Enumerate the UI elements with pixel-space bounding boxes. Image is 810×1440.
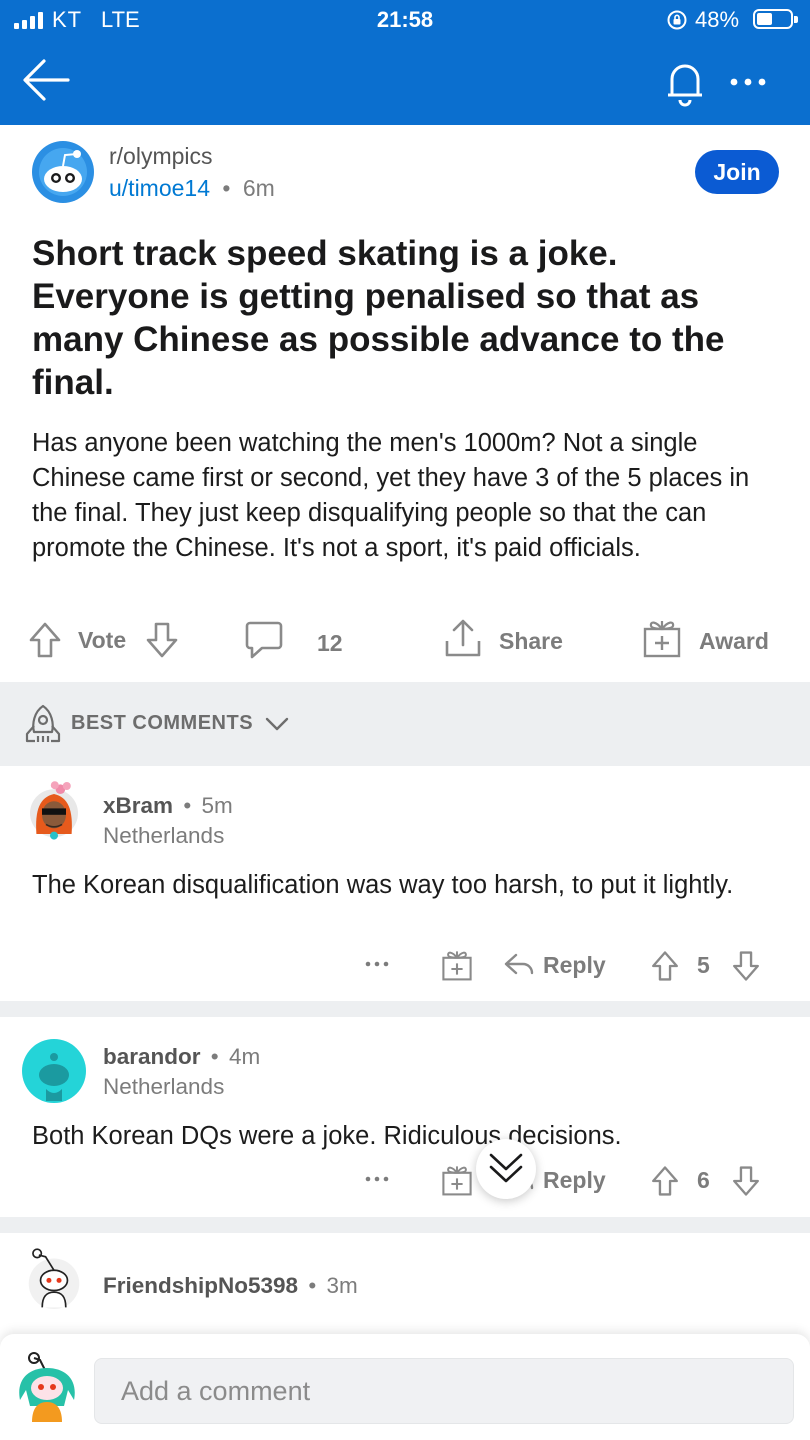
downvote-arrow-icon <box>733 1166 759 1196</box>
post-age: 6m <box>242 175 275 201</box>
bell-icon <box>668 64 702 107</box>
arrow-left-icon <box>23 59 70 101</box>
status-bar: KT LTE 21:58 48% <box>0 0 810 44</box>
status-time: 21:58 <box>376 7 434 32</box>
current-user-avatar-icon[interactable] <box>14 1350 80 1422</box>
reply-arrow-icon <box>504 953 534 975</box>
comment: xBram • 5m Netherlands The Korean disqua… <box>0 766 810 1001</box>
comment-meta: xBram • 5m <box>103 793 233 819</box>
battery-icon <box>753 9 798 29</box>
comment-actions-bar: Reply 6 <box>0 1161 810 1205</box>
meta-separator: • <box>183 793 192 818</box>
comment-body: The Korean disqualification was way too … <box>32 871 734 899</box>
gift-award-icon <box>442 1166 472 1196</box>
meta-separator: • <box>222 175 231 201</box>
comment-meta: barandor • 4m <box>103 1044 260 1070</box>
comment: FriendshipNo5398 • 3m <box>0 1233 810 1338</box>
comment-age: 4m <box>228 1044 261 1069</box>
comment-author[interactable]: FriendshipNo5398 <box>103 1273 298 1298</box>
comments-button[interactable]: 12 <box>244 619 343 661</box>
share-label: Share <box>499 627 563 654</box>
comment-bubble-icon <box>245 621 283 659</box>
comment-actions-bar: Reply 5 <box>0 946 810 990</box>
upvote-arrow-icon <box>652 1166 678 1196</box>
subreddit-avatar-icon[interactable] <box>32 141 94 203</box>
notifications-button[interactable] <box>658 54 712 108</box>
more-horizontal-icon <box>730 78 766 86</box>
top-app-bar: KT LTE 21:58 48% <box>0 0 810 125</box>
subreddit-name[interactable]: r/olympics <box>109 143 213 170</box>
post-meta: u/timoe14 • 6m <box>109 175 275 202</box>
share-icon <box>445 619 481 657</box>
comment-more-button[interactable] <box>362 1167 394 1187</box>
comment-age: 5m <box>201 793 233 818</box>
add-comment-input[interactable] <box>94 1358 794 1424</box>
chevron-down-icon <box>265 717 289 731</box>
gift-award-icon <box>643 621 681 658</box>
double-chevron-down-icon <box>489 1153 523 1183</box>
comment-award-button[interactable] <box>441 1163 473 1197</box>
user-avatar-icon[interactable] <box>22 1039 86 1103</box>
comment-composer <box>0 1334 810 1440</box>
gift-award-icon <box>442 951 472 981</box>
upvote-arrow-icon <box>652 951 678 981</box>
orientation-lock-icon <box>667 10 687 30</box>
user-avatar-icon[interactable] <box>22 778 86 842</box>
upvote-button[interactable] <box>28 621 62 659</box>
post-title[interactable]: Short track speed skating is a joke. Eve… <box>32 232 782 404</box>
more-horizontal-icon <box>365 1176 389 1182</box>
award-label: Award <box>699 627 769 654</box>
meta-separator: • <box>308 1273 317 1298</box>
join-button[interactable]: Join <box>695 150 779 194</box>
comment-age: 3m <box>326 1273 358 1298</box>
reply-label: Reply <box>543 951 606 978</box>
comment-downvote-button[interactable] <box>731 1165 761 1197</box>
share-button[interactable]: Share <box>443 617 563 659</box>
back-button[interactable] <box>18 52 74 108</box>
downvote-arrow-icon <box>733 951 759 981</box>
meta-separator: • <box>210 1044 219 1069</box>
user-flair: Netherlands <box>103 1074 225 1099</box>
upvote-arrow-icon <box>29 622 61 658</box>
comment-count: 12 <box>317 629 343 656</box>
comment-score: 5 <box>697 952 710 978</box>
more-horizontal-icon <box>365 961 389 967</box>
post-actions-bar: Vote 12 Share Award <box>0 615 810 665</box>
post-body: Has anyone been watching the men's 1000m… <box>32 429 750 562</box>
comment-sort-bar[interactable]: BEST COMMENTS <box>0 682 810 766</box>
sort-label: BEST COMMENTS <box>71 712 254 734</box>
rocket-icon <box>25 704 61 743</box>
comment-upvote-button[interactable] <box>650 1165 680 1197</box>
comment-downvote-button[interactable] <box>731 950 761 982</box>
downvote-button[interactable] <box>145 621 179 659</box>
more-options-button[interactable] <box>724 62 772 102</box>
user-flair: Netherlands <box>103 823 225 848</box>
comment: barandor • 4m Netherlands Both Korean DQ… <box>0 1017 810 1217</box>
reply-label: Reply <box>543 1166 606 1193</box>
comment-body: Both Korean DQs were a joke. Ridiculous … <box>32 1122 622 1150</box>
comment-author[interactable]: barandor <box>103 1044 201 1069</box>
vote-label: Vote <box>78 627 127 653</box>
post-card: r/olympics u/timoe14 • 6m Join Short tra… <box>0 125 810 680</box>
comment-divider <box>0 1001 810 1017</box>
comment-meta: FriendshipNo5398 • 3m <box>103 1273 358 1299</box>
user-avatar-icon[interactable] <box>22 1245 86 1309</box>
comment-author[interactable]: xBram <box>103 793 173 818</box>
award-button[interactable]: Award <box>642 617 769 659</box>
comment-more-button[interactable] <box>362 952 394 972</box>
comment-award-button[interactable] <box>441 948 473 982</box>
downvote-arrow-icon <box>146 622 178 658</box>
battery-percent: 48% <box>695 7 740 32</box>
comment-score: 6 <box>697 1167 710 1193</box>
battery-fill <box>757 13 772 25</box>
comment-divider <box>0 1217 810 1233</box>
post-author[interactable]: u/timoe14 <box>109 175 210 201</box>
next-comment-button[interactable] <box>476 1139 536 1199</box>
comment-upvote-button[interactable] <box>650 950 680 982</box>
reply-button[interactable]: Reply <box>503 950 606 980</box>
